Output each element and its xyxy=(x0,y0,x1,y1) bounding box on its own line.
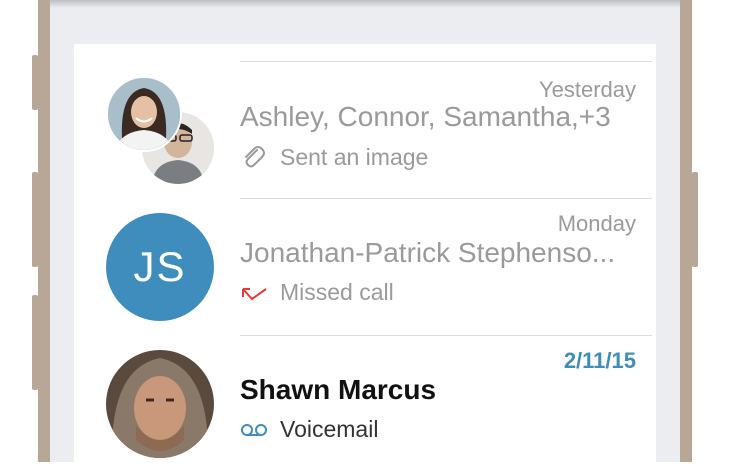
conversation-name: Shawn Marcus xyxy=(240,374,437,405)
conversation-preview: Missed call xyxy=(280,279,394,305)
conversation-date: 2/11/15 xyxy=(563,348,636,373)
missed-call-icon xyxy=(240,285,268,310)
side-button xyxy=(32,172,38,267)
conversation-date: Monday xyxy=(557,211,636,236)
conversation-preview: Voicemail xyxy=(280,416,379,442)
side-button xyxy=(692,172,698,267)
side-button xyxy=(32,295,38,390)
voicemail-icon xyxy=(240,422,268,443)
conversation-item[interactable]: Yesterday Ashley, Connor, Samantha,+3 Se… xyxy=(74,62,656,199)
conversation-name: Jonathan-Patrick Stephenso... xyxy=(240,237,616,268)
photo-avatar xyxy=(106,350,214,458)
phone-frame-right xyxy=(680,0,692,462)
conversation-preview: Sent an image xyxy=(280,144,429,170)
conversation-item[interactable]: JS Monday Jonathan-Patrick Stephenso... … xyxy=(74,199,656,336)
initials-avatar: JS xyxy=(106,213,214,321)
conversation-list: Yesterday Ashley, Connor, Samantha,+3 Se… xyxy=(74,44,656,462)
group-avatar-front xyxy=(106,76,182,152)
conversation-date: Yesterday xyxy=(538,77,636,102)
phone-frame-left xyxy=(38,0,50,462)
side-button xyxy=(32,55,38,110)
conversation-name: Ashley, Connor, Samantha,+3 xyxy=(240,101,611,132)
conversation-item[interactable]: 2/11/15 Shawn Marcus Voicemail xyxy=(74,336,656,473)
top-shadow xyxy=(50,0,680,8)
paperclip-icon xyxy=(240,144,266,175)
